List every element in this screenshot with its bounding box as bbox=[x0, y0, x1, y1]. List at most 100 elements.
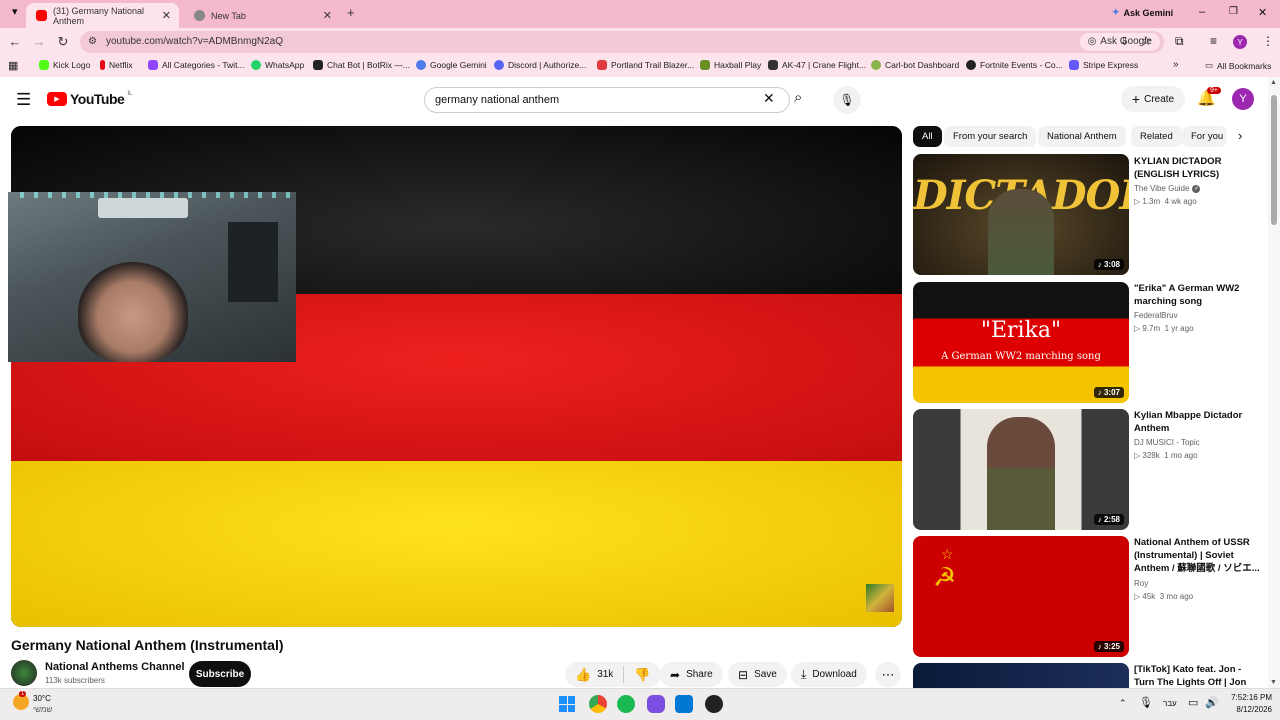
clock-date[interactable]: 8/12/2026 bbox=[1222, 705, 1272, 714]
window-close-icon[interactable]: ✕ bbox=[1258, 6, 1267, 19]
tab-strip: (31) Germany National Anthem ✕ New Tab ✕… bbox=[0, 0, 1280, 28]
scrollbar-thumb[interactable] bbox=[1271, 95, 1277, 225]
minimize-icon[interactable]: – bbox=[1199, 6, 1205, 18]
tab-youtube[interactable]: (31) Germany National Anthem ✕ bbox=[26, 3, 179, 28]
channel-avatar[interactable] bbox=[11, 660, 37, 686]
bookmark-item[interactable]: Netflix bbox=[100, 60, 133, 70]
bookmark-item[interactable]: Carl-bot Dashboard bbox=[871, 60, 959, 70]
bookmark-item[interactable]: Discord | Authorize... bbox=[494, 60, 586, 70]
windows-start-icon[interactable] bbox=[559, 696, 575, 712]
share-button[interactable]: ➦ Share bbox=[660, 662, 723, 687]
close-tab-icon[interactable]: ✕ bbox=[323, 9, 332, 22]
chip-related[interactable]: Related bbox=[1131, 126, 1182, 147]
apps-grid-icon[interactable]: ▦ bbox=[8, 59, 18, 72]
tab-new-tab[interactable]: New Tab ✕ bbox=[184, 3, 340, 28]
search-input[interactable]: germany national anthem bbox=[424, 87, 790, 113]
clear-search-icon[interactable]: ✕ bbox=[763, 90, 775, 107]
duration-text: 2:58 bbox=[1103, 515, 1120, 524]
channel-name[interactable]: National Anthems Channel bbox=[45, 661, 185, 673]
channel-watermark-icon[interactable] bbox=[866, 584, 894, 612]
extensions-icon[interactable]: ⧉ bbox=[1175, 34, 1184, 49]
subscribe-button[interactable]: Subscribe bbox=[189, 661, 251, 687]
profile-avatar[interactable]: Y bbox=[1233, 35, 1247, 49]
rec-title[interactable]: National Anthem of USSR (Instrumental) |… bbox=[1134, 536, 1264, 575]
media-controls-icon[interactable]: ≡ bbox=[1210, 34, 1217, 48]
scroll-down-arrow-icon[interactable]: ▼ bbox=[1270, 679, 1277, 686]
video-title: Germany National Anthem (Instrumental) bbox=[11, 637, 284, 653]
weather-sun-icon[interactable]: 1 bbox=[13, 691, 29, 710]
site-info-icon[interactable]: ⚙ bbox=[88, 31, 97, 53]
rec-thumbnail[interactable] bbox=[913, 663, 1129, 688]
chip-for-you[interactable]: For you bbox=[1182, 126, 1227, 147]
discord-taskbar-icon[interactable] bbox=[647, 695, 665, 713]
rec-title[interactable]: KYLIAN DICTADOR (ENGLISH LYRICS) bbox=[1134, 155, 1264, 181]
rec-thumbnail[interactable]: "Erika" A German WW2 marching song ♪ 3:0… bbox=[913, 282, 1129, 403]
forward-arrow-icon[interactable]: → bbox=[28, 34, 50, 49]
rec-channel-name[interactable]: Roy bbox=[1134, 579, 1148, 588]
network-icon[interactable]: ▭ bbox=[1188, 696, 1198, 709]
bookmark-star-icon[interactable]: ☆ bbox=[1141, 34, 1152, 48]
bookmark-item[interactable]: Google Gemini bbox=[416, 60, 487, 70]
language-indicator[interactable]: עבר bbox=[1163, 699, 1177, 708]
bookmark-item[interactable]: Haxball Play bbox=[700, 60, 761, 70]
weather-temp[interactable]: 30°C bbox=[33, 694, 51, 703]
save-button[interactable]: ⊟ Save bbox=[728, 662, 787, 687]
bookmark-item[interactable]: AK-47 | Crane Flight... bbox=[768, 60, 866, 70]
account-avatar[interactable]: Y bbox=[1232, 88, 1254, 110]
chrome-taskbar-icon[interactable] bbox=[589, 695, 607, 713]
bookmark-item[interactable]: Kick Logo bbox=[39, 60, 90, 70]
create-button[interactable]: + Create bbox=[1121, 86, 1185, 112]
rec-channel-name[interactable]: FederalBruv bbox=[1134, 311, 1178, 320]
bookmark-item[interactable]: Fortnite Events - Co... bbox=[966, 60, 1063, 70]
thumbnail-subtext: A German WW2 marching song bbox=[941, 351, 1101, 362]
steam-taskbar-icon[interactable] bbox=[705, 695, 723, 713]
voice-search-button[interactable]: 🎙 bbox=[833, 86, 861, 114]
tray-overflow-chevron-icon[interactable]: ⌃ bbox=[1119, 698, 1127, 709]
more-actions-button[interactable]: ⋯ bbox=[875, 662, 901, 687]
maximize-icon[interactable]: ❐ bbox=[1229, 6, 1238, 17]
bookmark-item[interactable]: Stripe Express bbox=[1069, 60, 1138, 70]
tray-microphone-icon[interactable]: 🎙 bbox=[1139, 696, 1153, 709]
rec-title[interactable]: "Erika" A German WW2 marching song bbox=[1134, 282, 1264, 308]
reload-icon[interactable]: ↻ bbox=[52, 34, 74, 50]
vscode-taskbar-icon[interactable] bbox=[675, 695, 693, 713]
hamburger-menu-icon[interactable]: ☰ bbox=[16, 90, 31, 110]
flag-gold-stripe bbox=[11, 461, 902, 627]
bookmark-item[interactable]: Portland Trail Blazer... bbox=[597, 60, 694, 70]
chips-next-chevron-icon[interactable]: › bbox=[1238, 128, 1242, 143]
new-tab-plus-icon[interactable]: + bbox=[347, 5, 355, 20]
youtube-logo[interactable]: ▶ YouTube IL bbox=[47, 91, 132, 107]
install-app-icon[interactable]: ⇩ bbox=[1120, 35, 1129, 48]
bookmark-label: Discord | Authorize... bbox=[508, 60, 587, 70]
dislike-thumbs-down-icon[interactable]: 👎 bbox=[624, 667, 660, 683]
download-button[interactable]: ⤓ Download bbox=[791, 662, 867, 687]
rec-channel-name[interactable]: DJ MUSICI - Topic bbox=[1134, 438, 1200, 447]
rec-title[interactable]: Kylian Mbappe Dictador Anthem bbox=[1134, 409, 1264, 435]
volume-icon[interactable]: 🔊 bbox=[1205, 696, 1219, 709]
notifications-button[interactable]: 🔔 9+ bbox=[1197, 87, 1221, 108]
like-button[interactable]: 👍 31k bbox=[575, 666, 625, 683]
rec-thumbnail[interactable]: ♪ 2:58 bbox=[913, 409, 1129, 530]
spotify-taskbar-icon[interactable] bbox=[617, 695, 635, 713]
bookmark-item[interactable]: WhatsApp bbox=[251, 60, 304, 70]
ask-gemini-button[interactable]: ✦ Ask Gemini bbox=[1112, 7, 1173, 18]
more-bookmarks-chevron-icon[interactable]: » bbox=[1173, 59, 1179, 70]
search-icon[interactable]: ⌕ bbox=[794, 89, 802, 106]
chip-national-anthem[interactable]: National Anthem bbox=[1038, 126, 1126, 147]
bookmark-item[interactable]: All Categories - Twit... bbox=[148, 60, 245, 70]
tab-search-icon[interactable]: ▾ bbox=[12, 5, 18, 18]
chip-all[interactable]: All bbox=[913, 126, 942, 147]
bookmark-item[interactable]: Chat Bot | BotRix —... bbox=[313, 60, 410, 70]
browser-menu-icon[interactable]: ⋮ bbox=[1262, 34, 1274, 48]
rec-channel[interactable]: The Vibe Guide ✓ bbox=[1134, 184, 1201, 193]
back-arrow-icon[interactable]: ← bbox=[4, 34, 26, 49]
all-bookmarks-button[interactable]: ▭ All Bookmarks bbox=[1205, 60, 1271, 71]
clock-time[interactable]: 7:52:16 PM bbox=[1222, 693, 1272, 702]
rec-thumbnail[interactable]: DICTADOR ♪ 3:08 bbox=[913, 154, 1129, 275]
chip-from-your-search[interactable]: From your search bbox=[944, 126, 1037, 147]
address-bar[interactable]: ⚙ youtube.com/watch?v=ADMBnmgN2aQ ◎ Ask … bbox=[80, 31, 1164, 53]
close-tab-icon[interactable]: ✕ bbox=[162, 9, 171, 22]
rec-thumbnail[interactable]: ☆ ☭ ♪ 3:25 bbox=[913, 536, 1129, 657]
scroll-up-arrow-icon[interactable]: ▲ bbox=[1270, 79, 1277, 86]
rec-title[interactable]: [TikTok] Kato feat. Jon - Turn The Light… bbox=[1134, 663, 1264, 688]
